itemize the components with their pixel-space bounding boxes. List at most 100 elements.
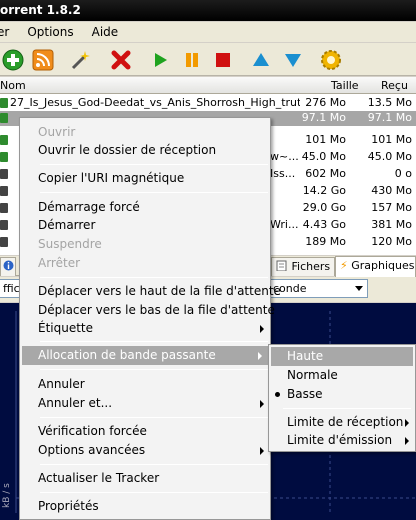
- submenu-item-recv-limit[interactable]: Limite de réception: [269, 413, 415, 432]
- column-size[interactable]: Taille: [331, 79, 359, 92]
- menu-item-advanced-text: Options avancées: [38, 443, 146, 457]
- menu-item-move-top[interactable]: Déplacer vers le haut de la file d'atten…: [20, 282, 281, 301]
- torrent-size: 4.43 Go: [302, 218, 346, 231]
- status-icon: [0, 203, 8, 213]
- menu-item-copy-magnet[interactable]: Copier l'URI magnétique: [20, 169, 270, 188]
- menu-separator: [40, 341, 268, 342]
- bandwidth-submenu: Haute Normale Basse Limite de réception …: [268, 344, 416, 452]
- menu-item-force-check[interactable]: Vérification forcée: [20, 422, 270, 441]
- menu-item-cancel[interactable]: Annuler: [20, 375, 270, 394]
- window-title: orrent 1.8.2: [0, 3, 81, 17]
- menu-separator: [40, 464, 268, 465]
- window-title-bar: orrent 1.8.2: [0, 0, 416, 21]
- column-received[interactable]: Reçu: [381, 79, 408, 92]
- chevron-down-icon: [355, 286, 363, 291]
- tab-graphs-label: Graphiques: [351, 259, 415, 272]
- submenu-item-normal[interactable]: Normale: [269, 366, 415, 385]
- tab-files[interactable]: Fichers: [271, 257, 336, 276]
- graph-lightning-icon: ⚡: [340, 259, 348, 272]
- create-torrent-wand-icon[interactable]: [68, 48, 92, 72]
- start-icon[interactable]: [148, 48, 172, 72]
- status-icon: [0, 98, 8, 108]
- status-icon: [0, 135, 8, 145]
- torrent-received: 97.1 Mo: [367, 111, 412, 124]
- files-icon: [276, 260, 287, 272]
- status-icon: [0, 237, 8, 247]
- torrent-size: 14.2 Go: [302, 184, 346, 197]
- menu-item-properties[interactable]: Propriétés: [20, 497, 270, 516]
- selected-bullet-icon: [275, 392, 280, 397]
- menu-item-advanced[interactable]: Options avancées: [20, 441, 270, 460]
- torrent-received: 0 o: [394, 167, 412, 180]
- delete-icon[interactable]: [109, 48, 133, 72]
- torrent-size: 189 Mo: [305, 235, 346, 248]
- menu-help[interactable]: Aide: [92, 25, 127, 39]
- torrent-size: 45.0 Mo: [301, 150, 346, 163]
- torrent-received: 13.5 Mo: [367, 96, 412, 109]
- torrent-received: 101 Mo: [371, 133, 412, 146]
- submenu-arrow-icon: [405, 419, 409, 427]
- pause-icon[interactable]: [180, 48, 204, 72]
- submenu-arrow-icon: [260, 447, 264, 455]
- menu-item-bandwidth-text: Allocation de bande passante: [38, 348, 216, 362]
- menu-item-pause[interactable]: Suspendre: [20, 235, 270, 254]
- status-icon: [0, 113, 8, 123]
- menu-item-open-folder[interactable]: Ouvrir le dossier de réception: [20, 141, 270, 160]
- tab-graphs[interactable]: ⚡ Graphiques: [335, 256, 416, 277]
- menu-item-move-bottom[interactable]: Déplacer vers le bas de la file d'attent…: [20, 301, 275, 320]
- menu-item-label[interactable]: Étiquette: [20, 319, 270, 338]
- menu-separator: [40, 369, 268, 370]
- submenu-item-low[interactable]: Basse: [269, 385, 415, 404]
- menu-separator: [40, 164, 268, 165]
- column-name[interactable]: Nom: [0, 79, 26, 92]
- add-torrent-icon[interactable]: [1, 48, 25, 72]
- submenu-arrow-icon: [405, 437, 409, 445]
- menu-separator: [40, 277, 268, 278]
- torrent-name: 27_Is_Jesus_God-Deedat_vs_Anis_Shorrosh_…: [10, 96, 300, 109]
- table-row[interactable]: 27_Is_Jesus_God-Deedat_vs_Anis_Shorrosh_…: [0, 96, 416, 111]
- tab-info[interactable]: [0, 257, 16, 276]
- menu-item-cancel-and[interactable]: Annuler et...: [20, 394, 270, 413]
- context-menu: Ouvrir Ouvrir le dossier de réception Co…: [19, 117, 281, 520]
- menu-item-label-text: Étiquette: [38, 321, 94, 335]
- torrent-received: 157 Mo: [371, 201, 412, 214]
- submenu-item-high[interactable]: Haute: [271, 347, 413, 366]
- torrent-received: 45.0 Mo: [367, 150, 412, 163]
- submenu-arrow-icon: [258, 352, 262, 360]
- torrent-size: 97.1 Mo: [301, 111, 346, 124]
- options-gear-icon[interactable]: [319, 48, 343, 72]
- tab-files-label: Fichers: [291, 260, 331, 273]
- status-icon: [0, 152, 8, 162]
- torrent-received: 430 Mo: [371, 184, 412, 197]
- status-icon: [0, 169, 8, 179]
- torrent-size: 101 Mo: [305, 133, 346, 146]
- graph-interval-combo[interactable]: conde: [268, 279, 368, 298]
- stop-icon[interactable]: [211, 48, 235, 72]
- menu-file[interactable]: er: [0, 25, 17, 39]
- menu-item-cancel-and-text: Annuler et...: [38, 396, 113, 410]
- status-icon: [0, 186, 8, 196]
- menu-item-open[interactable]: Ouvrir: [20, 123, 270, 142]
- menu-options[interactable]: Options: [27, 25, 81, 39]
- menu-item-stop[interactable]: Arrêter: [20, 254, 270, 273]
- submenu-arrow-icon: [260, 400, 264, 408]
- menu-bar: er Options Aide: [0, 22, 416, 42]
- list-header: Nom Taille Reçu: [0, 77, 416, 94]
- torrent-size: 29.0 Go: [302, 201, 346, 214]
- move-down-icon[interactable]: [281, 48, 305, 72]
- graph-y-label: kB / s: [2, 483, 12, 508]
- rss-icon[interactable]: [31, 48, 55, 72]
- submenu-item-send-limit[interactable]: Limite d'émission: [269, 431, 415, 450]
- menu-item-bandwidth[interactable]: Allocation de bande passante: [22, 346, 268, 365]
- menu-item-force-start[interactable]: Démarrage forcé: [20, 198, 270, 217]
- menu-item-update-tracker[interactable]: Actualiser le Tracker: [20, 469, 270, 488]
- menu-separator: [40, 192, 268, 193]
- submenu-item-recv-limit-text: Limite de réception: [287, 415, 404, 429]
- torrent-size: 602 Mo: [305, 167, 346, 180]
- menu-item-start[interactable]: Démarrer: [20, 216, 270, 235]
- submenu-arrow-icon: [260, 325, 264, 333]
- torrent-received: 120 Mo: [371, 235, 412, 248]
- status-icon: [0, 220, 8, 230]
- move-up-icon[interactable]: [249, 48, 273, 72]
- menu-separator: [40, 417, 268, 418]
